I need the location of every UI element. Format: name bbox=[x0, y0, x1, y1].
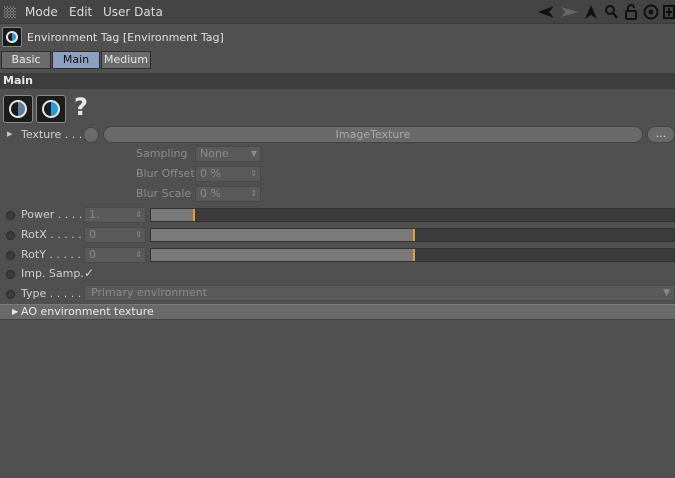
lock-icon[interactable] bbox=[623, 3, 639, 21]
cursor-up-icon[interactable] bbox=[583, 3, 599, 21]
roty-label: RotY . . . . . bbox=[21, 248, 81, 261]
imp-samp-animate-dot[interactable] bbox=[6, 270, 15, 279]
toolbar-icons bbox=[537, 2, 675, 22]
preset-1-icon[interactable] bbox=[3, 95, 33, 123]
power-slider[interactable] bbox=[150, 208, 675, 222]
target-icon[interactable] bbox=[643, 3, 659, 21]
texture-expand-icon[interactable]: ▶ bbox=[7, 130, 12, 138]
power-field[interactable]: 1. ⇕ bbox=[84, 207, 146, 223]
roty-animate-dot[interactable] bbox=[6, 251, 15, 260]
rotx-label: RotX . . . . . bbox=[21, 228, 82, 241]
texture-label: Texture . . . bbox=[21, 128, 83, 141]
type-dropdown[interactable]: Primary environment ▼ bbox=[84, 285, 675, 301]
section-title: Main bbox=[3, 74, 33, 87]
rotx-slider[interactable] bbox=[150, 228, 675, 242]
texture-animate-button[interactable] bbox=[83, 127, 99, 143]
environment-tag-icon bbox=[2, 27, 22, 47]
preset-2-icon[interactable] bbox=[36, 95, 66, 123]
stepper-icon: ⇕ bbox=[135, 230, 142, 239]
power-label: Power . . . . bbox=[21, 208, 83, 221]
blur-offset-field[interactable]: 0 % ⇕ bbox=[195, 166, 261, 182]
sampling-label: Sampling bbox=[136, 147, 188, 160]
forward-arrow-icon[interactable] bbox=[557, 3, 579, 21]
type-label: Type . . . . . bbox=[21, 287, 82, 300]
sampling-dropdown[interactable]: None ▼ bbox=[195, 146, 261, 162]
menu-user-data[interactable]: User Data bbox=[103, 5, 163, 19]
tag-title: Environment Tag [Environment Tag] bbox=[27, 31, 224, 44]
chevron-down-icon: ▼ bbox=[663, 288, 670, 298]
roty-field[interactable]: 0 ⇕ bbox=[84, 247, 146, 263]
ao-environment-label: AO environment texture bbox=[21, 305, 154, 318]
texture-more-button[interactable]: ... bbox=[647, 126, 675, 143]
blur-scale-label: Blur Scale bbox=[136, 187, 192, 200]
help-icon[interactable]: ? bbox=[74, 93, 88, 121]
tab-main[interactable]: Main bbox=[52, 51, 100, 69]
tab-medium[interactable]: Medium bbox=[101, 51, 151, 69]
new-panel-icon[interactable] bbox=[663, 3, 675, 21]
power-animate-dot[interactable] bbox=[6, 211, 15, 220]
texture-button[interactable]: ImageTexture bbox=[103, 126, 643, 143]
tab-basic[interactable]: Basic bbox=[1, 51, 51, 69]
menu-mode[interactable]: Mode bbox=[25, 5, 58, 19]
blur-offset-label: Blur Offset bbox=[136, 167, 195, 180]
stepper-icon: ⇕ bbox=[135, 210, 142, 219]
blur-scale-field[interactable]: 0 % ⇕ bbox=[195, 186, 261, 202]
stepper-icon: ⇕ bbox=[250, 169, 257, 178]
grip-icon[interactable] bbox=[4, 6, 16, 18]
back-arrow-icon[interactable] bbox=[537, 3, 553, 21]
type-animate-dot[interactable] bbox=[6, 290, 15, 299]
roty-slider[interactable] bbox=[150, 248, 675, 262]
stepper-icon: ⇕ bbox=[250, 189, 257, 198]
chevron-down-icon: ▼ bbox=[250, 149, 257, 158]
imp-samp-checkbox[interactable]: ✓ bbox=[84, 266, 94, 280]
imp-samp-label: Imp. Samp. bbox=[21, 267, 84, 280]
section-header bbox=[0, 73, 675, 89]
stepper-icon: ⇕ bbox=[135, 250, 142, 259]
expand-arrow-icon[interactable]: ▶ bbox=[12, 307, 18, 316]
rotx-animate-dot[interactable] bbox=[6, 231, 15, 240]
menu-edit[interactable]: Edit bbox=[69, 5, 92, 19]
rotx-field[interactable]: 0 ⇕ bbox=[84, 227, 146, 243]
search-icon[interactable] bbox=[603, 3, 619, 21]
